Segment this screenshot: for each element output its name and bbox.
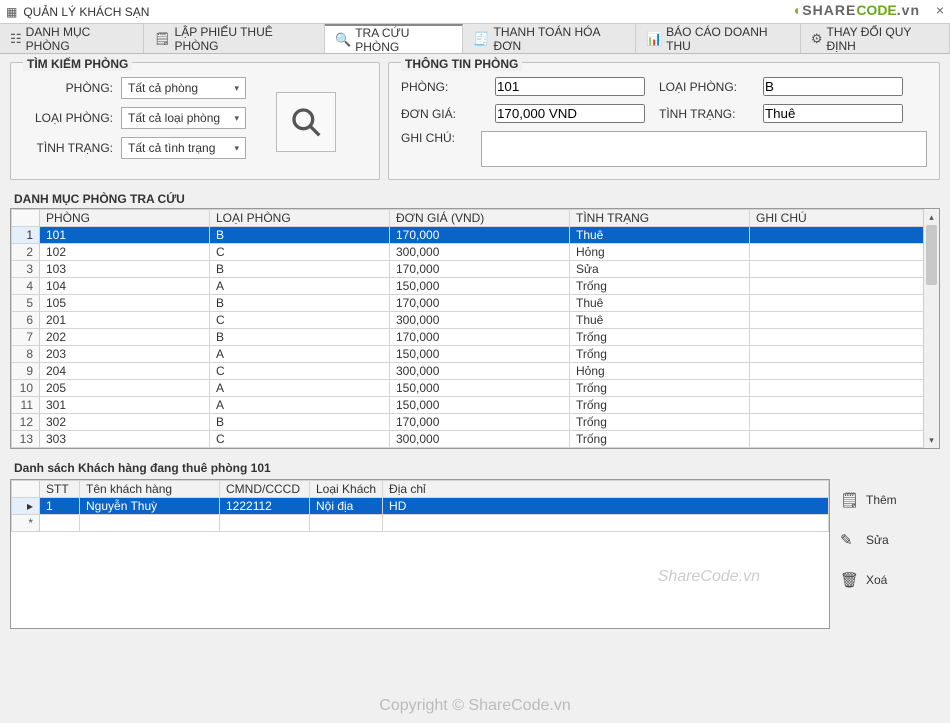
table-row[interactable]: 5105B170,000Thuê <box>12 295 939 312</box>
table-row[interactable]: 10205A150,000Trống <box>12 380 939 397</box>
customers-table[interactable]: STT Tên khách hàng CMND/CCCD Loại Khách … <box>11 480 829 532</box>
search-type-select[interactable]: Tất cả loại phòng▾ <box>121 107 246 129</box>
table-row[interactable]: 3103B170,000Sửa <box>12 261 939 278</box>
info-note-textarea[interactable] <box>481 131 927 167</box>
rooms-table-wrap: PHÒNG LOẠI PHÒNG ĐƠN GIÁ (VND) TÌNH TRẠN… <box>10 208 940 449</box>
info-room-input[interactable] <box>495 77 645 96</box>
table-row-new[interactable]: * <box>12 515 829 532</box>
info-panel: THÔNG TIN PHÒNG PHÒNG: LOẠI PHÒNG: ĐƠN G… <box>388 62 940 180</box>
tab-danh-muc-phong[interactable]: ☷DANH MỤC PHÒNG <box>0 24 144 53</box>
search-button[interactable] <box>276 92 336 152</box>
edit-icon: ✎ <box>840 531 858 549</box>
table-row[interactable]: 1101B170,000Thuê <box>12 227 939 244</box>
info-note-label: GHI CHÚ: <box>401 131 481 167</box>
customers-title: Danh sách Khách hàng đang thuê phòng 101 <box>14 461 830 475</box>
list-icon: ☷ <box>10 31 22 47</box>
info-price-input[interactable] <box>495 104 645 123</box>
report-icon: 📊 <box>646 31 662 47</box>
delete-icon: 🗑 <box>840 571 858 589</box>
info-price-label: ĐƠN GIÁ: <box>401 107 481 121</box>
table-row[interactable]: 12302B170,000Trống <box>12 414 939 431</box>
search-icon: 🔍 <box>335 32 351 48</box>
window-title: QUẢN LÝ KHÁCH SẠN <box>23 5 149 19</box>
tab-quy-dinh[interactable]: ⚙THAY ĐỔI QUY ĐỊNH <box>801 24 950 53</box>
close-icon[interactable]: × <box>936 2 944 18</box>
table-row[interactable]: 2102C300,000Hỏng <box>12 244 939 261</box>
app-icon: ▦ <box>6 5 17 19</box>
table-row[interactable]: 11301A150,000Trống <box>12 397 939 414</box>
rooms-scrollbar[interactable]: ▴ ▾ <box>923 209 939 448</box>
rooms-title: DANH MỤC PHÒNG TRA CỨU <box>14 192 940 206</box>
table-row[interactable]: 9204C300,000Hỏng <box>12 363 939 380</box>
table-row[interactable]: 4104A150,000Trống <box>12 278 939 295</box>
invoice-icon: 🧾 <box>473 31 489 47</box>
titlebar: ▦ QUẢN LÝ KHÁCH SẠN ◐ SHARECODE.vn × <box>0 0 950 24</box>
info-room-label: PHÒNG: <box>401 80 481 94</box>
info-status-input[interactable] <box>763 104 903 123</box>
table-row[interactable]: ▸1Nguyễn Thuỳ1222112Nội địaHD <box>12 498 829 515</box>
edit-button[interactable]: ✎Sửa <box>840 531 940 549</box>
customers-table-wrap: STT Tên khách hàng CMND/CCCD Loại Khách … <box>10 479 830 629</box>
watermark-copyright: Copyright © ShareCode.vn <box>379 697 570 715</box>
search-panel: TÌM KIẾM PHÒNG PHÒNG: Tất cả phòng▾ LOẠI… <box>10 62 380 180</box>
search-room-select[interactable]: Tất cả phòng▾ <box>121 77 246 99</box>
tab-bao-cao[interactable]: 📊BÁO CÁO DOANH THU <box>636 24 801 53</box>
form-icon: 🗒 <box>154 31 171 47</box>
search-status-select[interactable]: Tất cả tình trạng▾ <box>121 137 246 159</box>
chevron-down-icon: ▾ <box>234 143 239 154</box>
scroll-up-icon[interactable]: ▴ <box>924 209 939 225</box>
info-type-input[interactable] <box>763 77 903 96</box>
search-room-label: PHÒNG: <box>23 81 113 95</box>
info-legend: THÔNG TIN PHÒNG <box>401 57 522 71</box>
scroll-down-icon[interactable]: ▾ <box>924 432 939 448</box>
rooms-table[interactable]: PHÒNG LOẠI PHÒNG ĐƠN GIÁ (VND) TÌNH TRẠN… <box>11 209 939 448</box>
table-row[interactable]: 8203A150,000Trống <box>12 346 939 363</box>
magnifier-icon <box>290 106 322 138</box>
logo-swirl-icon: ◐ <box>794 2 802 18</box>
tab-bar: ☷DANH MỤC PHÒNG 🗒LẬP PHIẾU THUÊ PHÒNG 🔍T… <box>0 24 950 54</box>
gear-icon: ⚙ <box>811 31 823 47</box>
info-status-label: TÌNH TRẠNG: <box>659 107 749 121</box>
tab-thanh-toan[interactable]: 🧾THANH TOÁN HÓA ĐƠN <box>463 24 636 53</box>
delete-button[interactable]: 🗑Xoá <box>840 571 940 589</box>
search-status-label: TÌNH TRẠNG: <box>23 141 113 155</box>
search-legend: TÌM KIẾM PHÒNG <box>23 57 132 71</box>
add-icon: 🗒 <box>840 491 858 509</box>
table-row[interactable]: 13303C300,000Trống <box>12 431 939 448</box>
tab-tra-cuu[interactable]: 🔍TRA CỨU PHÒNG <box>325 24 463 53</box>
tab-lap-phieu[interactable]: 🗒LẬP PHIẾU THUÊ PHÒNG <box>144 24 325 53</box>
table-row[interactable]: 6201C300,000Thuê <box>12 312 939 329</box>
add-button[interactable]: 🗒Thêm <box>840 491 940 509</box>
scroll-thumb[interactable] <box>926 225 937 285</box>
search-type-label: LOẠI PHÒNG: <box>23 111 113 125</box>
info-type-label: LOẠI PHÒNG: <box>659 80 749 94</box>
chevron-down-icon: ▾ <box>234 83 239 94</box>
sharecode-logo: ◐ SHARECODE.vn <box>794 2 920 18</box>
chevron-down-icon: ▾ <box>234 113 239 124</box>
table-row[interactable]: 7202B170,000Trống <box>12 329 939 346</box>
